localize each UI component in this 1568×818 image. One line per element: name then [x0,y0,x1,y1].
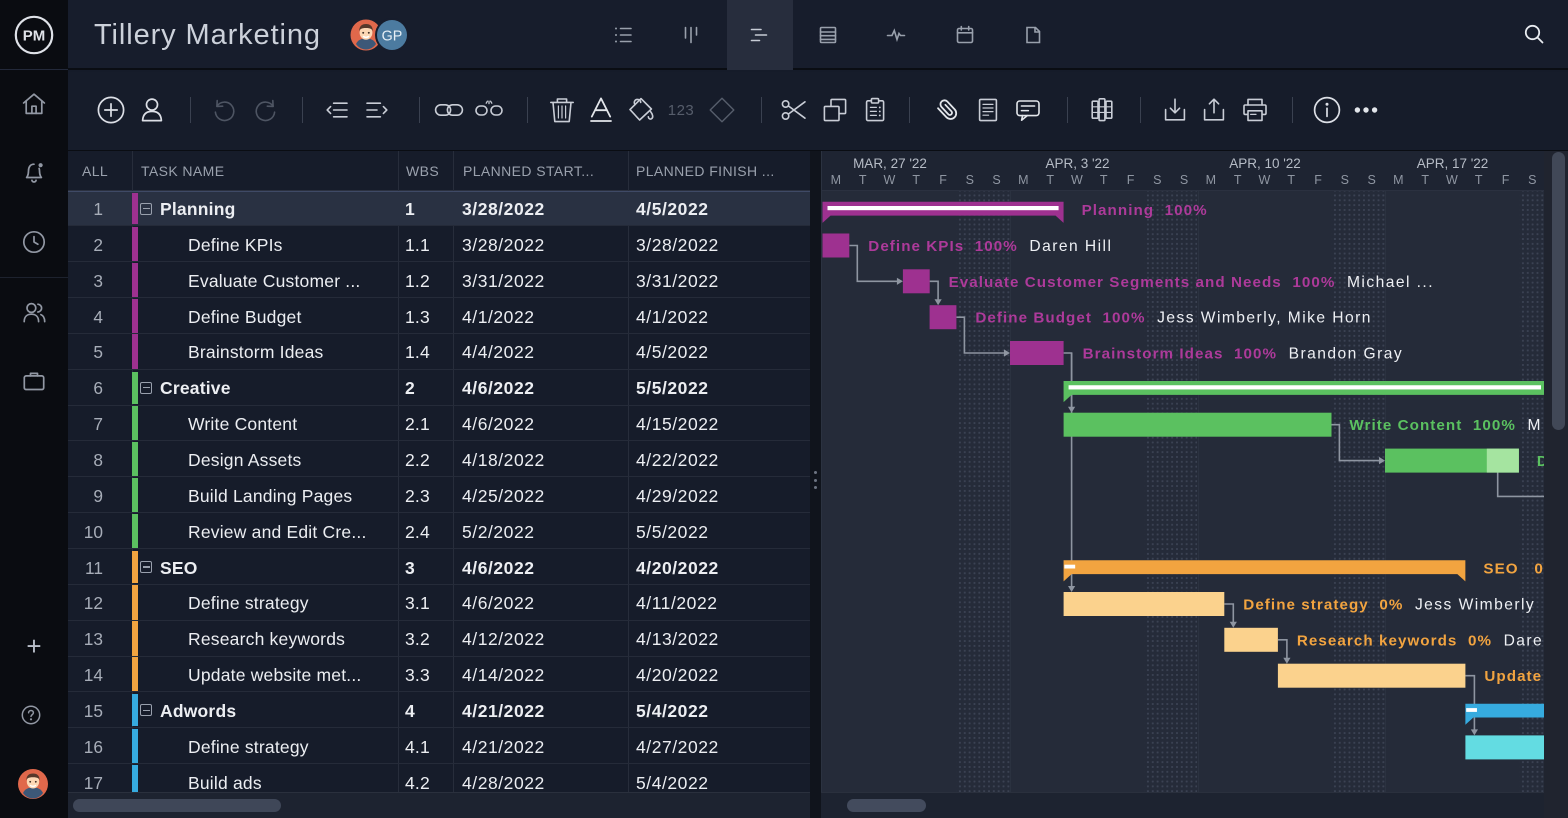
svg-text:Define Budget 100% Jess Wimb: Define Budget 100% Jess Wimberly, Mike H… [975,309,1371,326]
svg-text:Write Content 100% M: Write Content 100% M [1349,417,1542,434]
svg-text:Brainstorm Ideas 100% Brando: Brainstorm Ideas 100% Brandon Gray [1083,345,1404,362]
svg-text:GP: GP [382,28,403,44]
svg-text:Update web: Update web [1484,668,1544,685]
svg-text:Planning 100%: Planning 100% [1082,202,1208,219]
svg-text:Define KPIs 100% Daren Hill: Define KPIs 100% Daren Hill [868,238,1112,255]
svg-text:Evaluate Customer Segments and: Evaluate Customer Segments and Needs 100… [949,273,1434,290]
svg-text:PM: PM [23,28,46,45]
svg-text:Research keywords 0% Daren: Research keywords 0% Daren [1297,632,1544,649]
svg-text:D: D [1537,453,1544,470]
svg-text:Define strategy 0% Jess Wimb: Define strategy 0% Jess Wimberly [1243,596,1535,613]
svg-text:SEO 0%: SEO 0% [1483,560,1544,577]
